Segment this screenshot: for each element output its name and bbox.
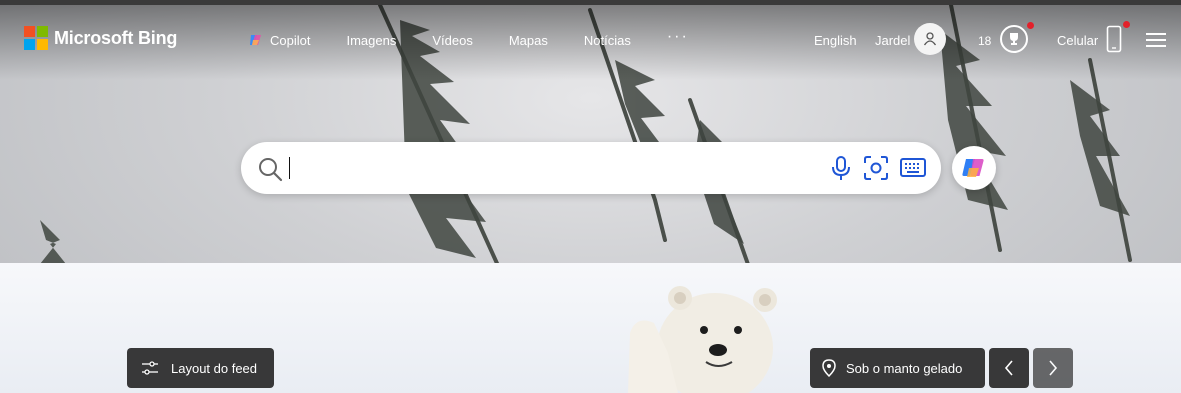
image-caption-label: Sob o manto gelado: [846, 360, 963, 376]
nav-copilot-label: Copilot: [270, 32, 311, 48]
sliders-icon: [142, 361, 158, 375]
visual-search-icon[interactable]: [863, 155, 889, 181]
top-nav: Copilot Imagens Vídeos Mapas Notícias ··…: [248, 28, 725, 48]
nav-videos-label: Vídeos: [432, 32, 473, 48]
trophy-icon: [1010, 33, 1018, 45]
phone-icon[interactable]: [1106, 25, 1122, 53]
phone-label[interactable]: Celular: [1057, 33, 1098, 48]
nav-maps[interactable]: Mapas: [509, 33, 548, 48]
user-icon: [923, 32, 937, 46]
rewards-notification-dot: [1027, 22, 1034, 29]
phone-notification-dot: [1123, 21, 1130, 28]
image-caption-button[interactable]: Sob o manto gelado: [810, 348, 985, 388]
avatar[interactable]: [914, 23, 946, 55]
microphone-icon[interactable]: [831, 155, 851, 181]
nav-maps-label: Mapas: [508, 32, 548, 48]
bing-logo[interactable]: Microsoft Bing: [24, 26, 177, 50]
feed-layout-button[interactable]: Layout do feed: [127, 348, 274, 388]
nav-images-label: Imagens: [346, 32, 397, 48]
text-caret: [289, 157, 290, 179]
hamburger-menu-icon[interactable]: [1146, 32, 1166, 48]
keyboard-icon[interactable]: [900, 158, 926, 178]
chevron-right-icon: [1049, 360, 1058, 376]
polar-bear-image: [628, 286, 777, 393]
language-link[interactable]: English: [814, 33, 857, 48]
search-box[interactable]: [241, 142, 941, 194]
nav-copilot[interactable]: Copilot: [248, 32, 310, 48]
user-name[interactable]: Jardel: [875, 33, 910, 48]
nav-news-label: Notícias: [583, 32, 631, 48]
location-pin-icon: [822, 359, 836, 377]
search-icon[interactable]: [257, 156, 283, 182]
copilot-icon: [962, 159, 984, 177]
nav-more-button[interactable]: ···: [667, 28, 689, 46]
feed-layout-label: Layout do feed: [171, 360, 258, 376]
logo-text: Microsoft Bing: [54, 27, 178, 48]
nav-videos[interactable]: Vídeos: [432, 33, 472, 48]
nav-images[interactable]: Imagens: [346, 33, 396, 48]
chevron-left-icon: [1004, 360, 1013, 376]
next-image-button[interactable]: [1033, 348, 1073, 388]
microsoft-logo-icon: [24, 26, 48, 50]
copilot-icon: [250, 35, 261, 45]
rewards-points[interactable]: 18: [978, 34, 991, 48]
copilot-button[interactable]: [952, 146, 996, 190]
search-input[interactable]: [287, 152, 811, 186]
nav-news[interactable]: Notícias: [584, 33, 631, 48]
top-bar: [0, 0, 1181, 5]
previous-image-button[interactable]: [989, 348, 1029, 388]
rewards-button[interactable]: [1000, 25, 1028, 53]
